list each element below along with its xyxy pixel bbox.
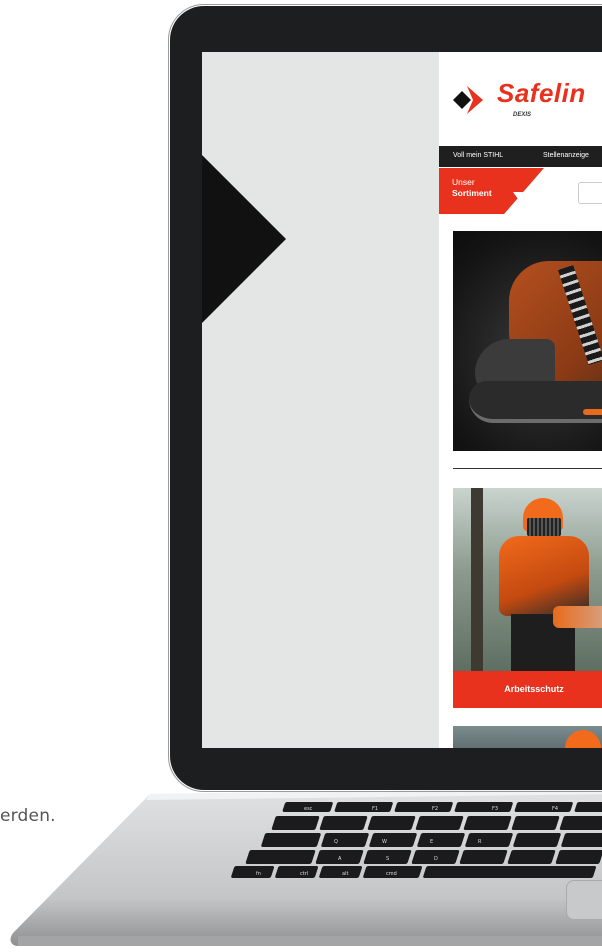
section-divider xyxy=(453,468,602,469)
product-tile-partial[interactable] xyxy=(453,726,602,748)
boot-sole xyxy=(469,381,602,423)
caret-down-icon xyxy=(513,192,523,199)
key-label: W xyxy=(382,839,387,845)
key-label: F2 xyxy=(432,806,438,812)
laptop-trackpad xyxy=(566,880,602,920)
search-input[interactable] xyxy=(578,182,602,204)
key-label: fn xyxy=(256,871,261,877)
brand-logo-subtext: DEXIS xyxy=(513,112,532,118)
key-label: A xyxy=(338,856,342,862)
key-label: E xyxy=(430,839,433,845)
sortiment-label-line2: Sortiment xyxy=(452,188,492,198)
worker-body xyxy=(499,536,589,616)
chainsaw xyxy=(553,606,602,628)
logo-icon[interactable] xyxy=(453,84,487,116)
product-label-arbeitsschutz[interactable]: Arbeitsschutz xyxy=(453,671,602,708)
nav-link-mein-stihl[interactable]: Voll mein STIHL xyxy=(453,152,503,159)
key-label: F4 xyxy=(552,806,558,812)
website-view[interactable]: Safelin DEXIS Voll mein STIHL Stellenanz… xyxy=(439,52,602,748)
brand-logo-text[interactable]: Safelin xyxy=(497,78,586,109)
key-label: D xyxy=(434,856,438,862)
key-label: esc xyxy=(304,806,313,812)
key-label: F1 xyxy=(372,806,378,812)
worker-visor xyxy=(527,518,561,536)
top-nav-bar: Voll mein STIHL Stellenanzeige xyxy=(439,146,602,167)
product-tile-arbeitsschutz[interactable] xyxy=(453,488,602,671)
tree-trunk xyxy=(471,488,483,671)
laptop-keyboard: esc F1 F2 F3 F4 Q W E R A S D fn ctrl al… xyxy=(231,802,602,878)
key-label: Q xyxy=(334,839,338,845)
key-label: alt xyxy=(342,871,348,877)
boot-accent xyxy=(583,409,602,415)
triangle-shape xyxy=(202,155,286,323)
nav-link-stellenanzeigen[interactable]: Stellenanzeige xyxy=(543,152,589,159)
laptop-screen: Safelin DEXIS Voll mein STIHL Stellenanz… xyxy=(202,52,602,748)
key-label: R xyxy=(478,839,482,845)
key-label: F3 xyxy=(492,806,498,812)
sortiment-label-line1: Unser xyxy=(452,177,475,187)
key-label: cmd xyxy=(386,871,397,877)
key-label: ctrl xyxy=(300,871,308,877)
product-tile-boots[interactable] xyxy=(453,231,602,451)
key-label: S xyxy=(386,856,389,862)
helmet-shape xyxy=(565,730,601,748)
